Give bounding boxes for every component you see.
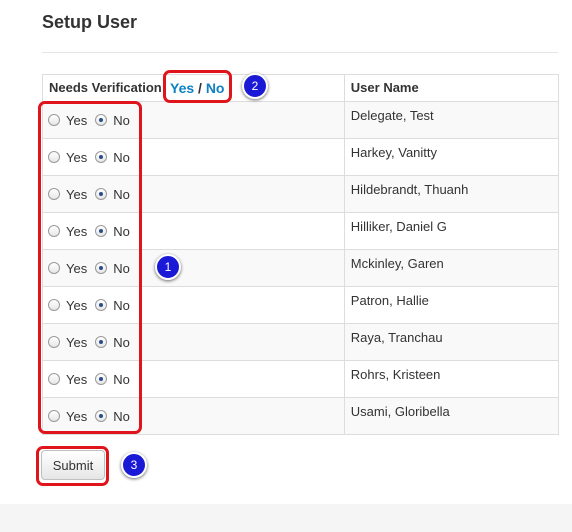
radio-no[interactable]: [95, 410, 108, 422]
table-row: Yes No Hildebrandt, Thuanh: [42, 175, 560, 213]
radio-no[interactable]: [95, 336, 108, 348]
radio-no-label: No: [113, 186, 130, 202]
verification-cell: Yes No: [42, 175, 345, 213]
verification-radio-group: Yes No: [43, 398, 344, 434]
table-row: Yes No Usami, Gloribella: [42, 397, 560, 435]
verification-radio-group: Yes No: [43, 287, 344, 323]
footer-band: [0, 504, 572, 532]
needs-verification-label: Needs Verification: [49, 80, 162, 95]
table-header-row: Needs Verification Yes / No User Name: [42, 74, 560, 102]
radio-yes-label: Yes: [66, 297, 88, 313]
radio-yes[interactable]: [48, 188, 60, 200]
radio-no-label: No: [113, 297, 130, 313]
radio-yes[interactable]: [48, 262, 60, 274]
radio-yes[interactable]: [48, 151, 60, 163]
users-table: Needs Verification Yes / No User Name Ye…: [42, 74, 560, 435]
radio-no[interactable]: [95, 114, 108, 126]
radio-yes-label: Yes: [66, 223, 88, 239]
radio-no[interactable]: [95, 225, 108, 237]
radio-yes-label: Yes: [66, 186, 88, 202]
verification-cell: Yes No: [42, 360, 345, 398]
table-row: Yes No Mckinley, Garen: [42, 249, 560, 287]
verification-radio-group: Yes No: [43, 213, 344, 249]
radio-no[interactable]: [95, 262, 108, 274]
select-all-yes-link[interactable]: Yes: [170, 80, 194, 96]
radio-yes-label: Yes: [66, 149, 88, 165]
verification-radio-group: Yes No: [43, 139, 344, 175]
radio-yes-label: Yes: [66, 371, 88, 387]
radio-no-label: No: [113, 260, 130, 276]
radio-yes-label: Yes: [66, 408, 88, 424]
radio-yes-label: Yes: [66, 334, 88, 350]
user-name-cell: Rohrs, Kristeen: [343, 360, 560, 398]
radio-no-label: No: [113, 223, 130, 239]
radio-no-label: No: [113, 371, 130, 387]
user-name: Usami, Gloribella: [350, 404, 450, 419]
table-row: Yes No Raya, Tranchau: [42, 323, 560, 361]
radio-no-label: No: [113, 112, 130, 128]
user-name: Delegate, Test: [350, 108, 434, 123]
verification-radio-group: Yes No: [43, 324, 344, 360]
select-all-separator: /: [198, 80, 202, 96]
submit-button[interactable]: Submit: [41, 450, 105, 480]
radio-yes[interactable]: [48, 114, 60, 126]
table-row: Yes No Patron, Hallie: [42, 286, 560, 324]
user-name-cell: Mckinley, Garen: [343, 249, 560, 287]
radio-no[interactable]: [95, 188, 108, 200]
user-name-header: User Name: [343, 74, 560, 102]
radio-yes[interactable]: [48, 373, 60, 385]
table-row: Yes No Hilliker, Daniel G: [42, 212, 560, 250]
verification-radio-group: Yes No: [43, 361, 344, 397]
verification-cell: Yes No: [42, 397, 345, 435]
user-name-cell: Delegate, Test: [343, 101, 560, 139]
user-name: Rohrs, Kristeen: [350, 367, 441, 382]
user-name: Patron, Hallie: [350, 293, 429, 308]
table-row: Yes No Harkey, Vanitty: [42, 138, 560, 176]
radio-yes-label: Yes: [66, 260, 88, 276]
user-name: Hilliker, Daniel G: [350, 219, 447, 234]
table-row: Yes No Rohrs, Kristeen: [42, 360, 560, 398]
verification-radio-group: Yes No: [43, 250, 344, 286]
verification-cell: Yes No: [42, 249, 345, 287]
user-name-cell: Hilliker, Daniel G: [343, 212, 560, 250]
radio-yes[interactable]: [48, 225, 60, 237]
user-name-cell: Usami, Gloribella: [343, 397, 560, 435]
title-divider: [42, 52, 558, 53]
radio-yes[interactable]: [48, 299, 60, 311]
verification-cell: Yes No: [42, 101, 345, 139]
user-name-cell: Hildebrandt, Thuanh: [343, 175, 560, 213]
annotation-badge-1: 1: [155, 254, 181, 280]
radio-no[interactable]: [95, 299, 108, 311]
radio-no-label: No: [113, 408, 130, 424]
radio-no-label: No: [113, 149, 130, 165]
user-name-cell: Raya, Tranchau: [343, 323, 560, 361]
page-title: Setup User: [42, 12, 138, 32]
verification-cell: Yes No: [42, 138, 345, 176]
select-all-no-link[interactable]: No: [206, 80, 225, 96]
verification-cell: Yes No: [42, 323, 345, 361]
verification-radio-group: Yes No: [43, 102, 344, 138]
user-name: Mckinley, Garen: [350, 256, 444, 271]
user-name: Harkey, Vanitty: [350, 145, 438, 160]
verification-cell: Yes No: [42, 212, 345, 250]
radio-yes[interactable]: [48, 336, 60, 348]
annotation-badge-3: 3: [121, 452, 147, 478]
user-name: Hildebrandt, Thuanh: [350, 182, 469, 197]
radio-no-label: No: [113, 334, 130, 350]
verification-cell: Yes No: [42, 286, 345, 324]
user-name: Raya, Tranchau: [350, 330, 443, 345]
radio-yes[interactable]: [48, 410, 60, 422]
radio-no[interactable]: [95, 373, 108, 385]
user-name-cell: Harkey, Vanitty: [343, 138, 560, 176]
table-row: Yes No Delegate, Test: [42, 101, 560, 139]
radio-yes-label: Yes: [66, 112, 88, 128]
needs-verification-header: Needs Verification Yes / No: [42, 74, 345, 102]
radio-no[interactable]: [95, 151, 108, 163]
verification-radio-group: Yes No: [43, 176, 344, 212]
annotation-badge-2: 2: [242, 73, 268, 99]
user-name-cell: Patron, Hallie: [343, 286, 560, 324]
select-all-links: Yes / No: [170, 75, 224, 101]
